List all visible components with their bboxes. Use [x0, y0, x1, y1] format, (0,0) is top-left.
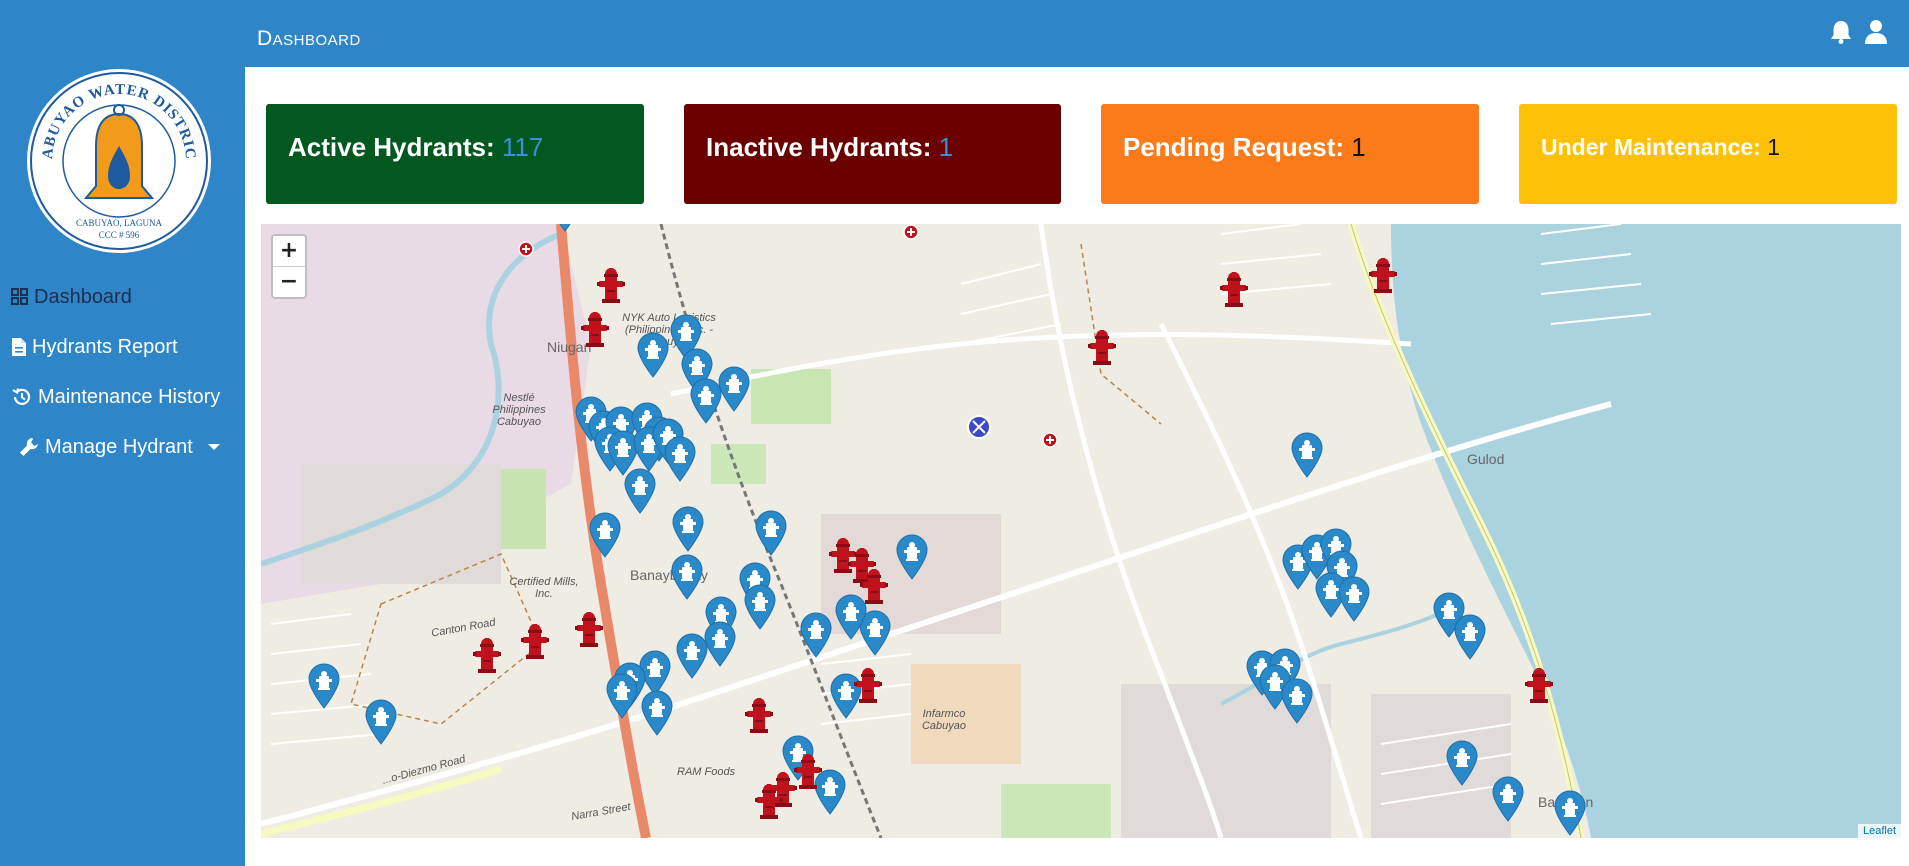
zoom-in-button[interactable]: +: [273, 236, 305, 266]
sidebar: CABUYAO WATER DISTRICT CABUYAO, LAGUNA C…: [0, 0, 245, 866]
sidebar-item-maintenance-history[interactable]: Maintenance History: [0, 377, 245, 417]
top-bar: Dashboard: [245, 0, 1909, 67]
active-hydrant-marker[interactable]: [1280, 678, 1314, 724]
active-hydrant-marker[interactable]: [671, 506, 705, 552]
chevron-down-icon[interactable]: [207, 442, 221, 452]
active-hydrants-card: Active Hydrants: 117: [266, 104, 644, 204]
pending-request-card: Pending Request: 1: [1101, 104, 1479, 204]
active-hydrant-marker[interactable]: [670, 554, 704, 600]
active-hydrant-marker[interactable]: [623, 468, 657, 514]
hydrant-alert-marker[interactable]: [744, 696, 774, 736]
card-label: Active Hydrants:: [288, 132, 495, 162]
wrench-icon: [20, 438, 38, 456]
hydrant-alert-marker[interactable]: [793, 752, 823, 792]
active-hydrant-marker[interactable]: [703, 621, 737, 667]
hydrant-alert-marker[interactable]: [574, 610, 604, 650]
bell-icon[interactable]: [1827, 18, 1855, 46]
hydrant-alert-marker[interactable]: [754, 782, 784, 822]
hydrant-map[interactable]: Niugan Banaybanay Gulod Baclaran NYK Aut…: [261, 224, 1901, 838]
sidebar-item-manage-hydrant[interactable]: Manage Hydrant: [0, 427, 245, 467]
selected-location-marker[interactable]: [966, 414, 992, 440]
hydrant-alert-marker[interactable]: [859, 567, 889, 607]
under-maintenance-card: Under Maintenance: 1: [1519, 104, 1897, 204]
active-hydrant-marker[interactable]: [1445, 740, 1479, 786]
hydrant-alert-marker[interactable]: [596, 266, 626, 306]
hydrant-alert-marker[interactable]: [1524, 666, 1554, 706]
active-hydrant-marker[interactable]: [895, 534, 929, 580]
cabuyao-water-district-logo: CABUYAO WATER DISTRICT CABUYAO, LAGUNA C…: [24, 66, 213, 255]
hydrant-alert-marker[interactable]: [520, 622, 550, 662]
hydrant-alert-marker[interactable]: [853, 666, 883, 706]
sidebar-item-label: Dashboard: [34, 285, 132, 308]
active-hydrant-marker[interactable]: [1290, 432, 1324, 478]
leaflet-attribution[interactable]: Leaflet: [1857, 824, 1901, 838]
document-icon: [12, 338, 26, 356]
active-hydrant-marker[interactable]: [605, 673, 639, 719]
hydrant-alert-marker[interactable]: [1087, 328, 1117, 368]
active-hydrant-marker[interactable]: [548, 224, 582, 232]
active-hydrant-marker[interactable]: [743, 584, 777, 630]
user-icon[interactable]: [1862, 18, 1890, 46]
card-label: Inactive Hydrants:: [706, 132, 932, 162]
card-value: 1: [1767, 134, 1781, 160]
active-hydrant-marker[interactable]: [364, 699, 398, 745]
logo-bottom-text-1: CABUYAO, LAGUNA: [76, 218, 163, 228]
active-hydrant-marker[interactable]: [588, 512, 622, 558]
active-hydrant-marker[interactable]: [1491, 776, 1525, 822]
sidebar-item-dashboard[interactable]: Dashboard: [0, 277, 245, 317]
active-hydrant-marker[interactable]: [663, 436, 697, 482]
dashboard-icon: [11, 288, 28, 305]
active-hydrant-marker[interactable]: [640, 690, 674, 736]
active-hydrant-marker[interactable]: [754, 510, 788, 556]
hospital-icon: [903, 224, 919, 240]
card-value: 1: [938, 132, 954, 162]
card-value: 1: [1351, 132, 1366, 162]
zoom-out-button[interactable]: −: [273, 266, 305, 297]
sidebar-item-hydrants-report[interactable]: Hydrants Report: [0, 327, 245, 367]
card-label: Under Maintenance:: [1541, 134, 1761, 160]
active-hydrant-marker[interactable]: [1453, 614, 1487, 660]
card-value: 117: [501, 132, 544, 162]
hydrant-alert-marker[interactable]: [1368, 256, 1398, 296]
sidebar-item-label: Manage Hydrant: [45, 435, 193, 458]
marker-layer: [261, 224, 1901, 838]
logo-bottom-text-2: CCC # 596: [99, 230, 140, 240]
hospital-icon: [1042, 432, 1058, 448]
active-hydrant-marker[interactable]: [1553, 790, 1587, 836]
zoom-control: + −: [271, 234, 307, 299]
active-hydrant-marker[interactable]: [799, 612, 833, 658]
sidebar-item-label: Maintenance History: [38, 385, 221, 408]
active-hydrant-marker[interactable]: [1337, 576, 1371, 622]
hydrant-alert-marker[interactable]: [472, 636, 502, 676]
hydrant-alert-marker[interactable]: [1219, 270, 1249, 310]
hydrant-alert-marker[interactable]: [580, 310, 610, 350]
active-hydrant-marker[interactable]: [636, 332, 670, 378]
inactive-hydrants-card: Inactive Hydrants: 1: [684, 104, 1061, 204]
active-hydrant-marker[interactable]: [717, 366, 751, 412]
card-label: Pending Request:: [1123, 132, 1345, 162]
page-title: Dashboard: [257, 27, 361, 50]
history-icon: [12, 388, 31, 405]
hospital-icon: [518, 241, 534, 257]
sidebar-item-label: Hydrants Report: [32, 335, 178, 358]
active-hydrant-marker[interactable]: [307, 663, 341, 709]
